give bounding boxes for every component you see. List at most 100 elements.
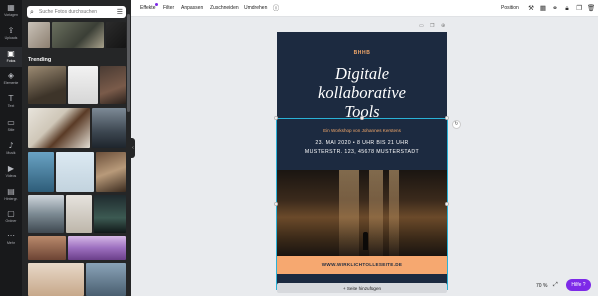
poster-subtitle: Ein Workshop von Johannes Kerstens <box>323 128 401 133</box>
add-page-icon[interactable]: ⊕ <box>441 23 445 29</box>
resize-handle[interactable] <box>445 202 449 206</box>
link-icon[interactable]: ⚭ <box>551 4 559 12</box>
rail-item-uploads[interactable]: ⇪ Uploads <box>0 27 22 44</box>
rail-item-label: Mehr <box>7 241 15 245</box>
photo-thumbnail[interactable] <box>92 108 126 148</box>
flip-button[interactable]: Umdrehen <box>244 5 267 11</box>
resize-handle[interactable] <box>274 202 278 206</box>
rail-item-label: Ordner <box>5 219 17 223</box>
rail-item-more[interactable]: ⋯ Mehr <box>0 232 22 249</box>
poster-title-line1: Digitale <box>334 64 390 83</box>
filter-button[interactable]: Filter <box>163 5 174 11</box>
poster-brand: BHHB <box>353 50 371 56</box>
resize-handle[interactable] <box>274 116 278 120</box>
person-silhouette <box>363 232 368 250</box>
rotate-icon[interactable]: ↻ <box>452 120 461 129</box>
rail-item-label: Fotos <box>6 59 16 63</box>
fullscreen-icon[interactable]: ⤢ <box>553 281 558 289</box>
background-icon: ▤ <box>7 187 15 196</box>
poster-date: 23. MAI 2020 • 8 UHR BIS 21 UHR <box>315 140 409 146</box>
transparency-icon[interactable]: ▦ <box>539 4 547 12</box>
photo-thumbnail[interactable] <box>28 152 54 192</box>
page-notes-icon[interactable]: ▭ <box>419 23 424 29</box>
collapse-panel-button[interactable]: ‹ <box>131 138 135 158</box>
folder-icon: ▢ <box>7 209 15 218</box>
duplicate-icon[interactable]: ❐ <box>575 4 583 12</box>
music-icon: ♪ <box>8 141 14 150</box>
info-icon[interactable]: ⓘ <box>272 4 280 12</box>
new-badge-dot <box>155 3 158 6</box>
filter-settings-icon[interactable]: ☰ <box>117 8 123 16</box>
photos-panel: ⌕ ☰ Trending <box>22 0 131 296</box>
text-icon: T <box>8 94 14 103</box>
left-rail: ▦ Vorlagen ⇪ Uploads ▣ Fotos ◈ Elemente … <box>0 0 22 296</box>
position-button[interactable]: Position <box>501 5 519 11</box>
photo-thumbnail[interactable] <box>86 263 126 296</box>
photo-thumbnail[interactable] <box>28 236 66 260</box>
rail-item-label: Elemente <box>3 81 19 85</box>
rail-item-label: Stile <box>7 128 15 132</box>
duplicate-page-icon[interactable]: ❐ <box>430 23 434 29</box>
rail-item-styles[interactable]: ▭ Stile <box>0 119 22 136</box>
search-input[interactable] <box>39 7 115 17</box>
delete-icon[interactable]: 🗑︎ <box>587 4 595 12</box>
templates-icon: ▦ <box>7 3 15 12</box>
resize-handle[interactable] <box>360 116 364 120</box>
photo-thumbnail[interactable] <box>28 108 90 148</box>
photo-thumbnail[interactable] <box>56 152 94 192</box>
top-toolbar: Effekte Filter Anpassen Zuschneiden Umdr… <box>131 0 598 17</box>
section-title: Trending <box>28 57 52 63</box>
rail-item-videos[interactable]: ▶ Videos <box>0 165 22 182</box>
light-beam <box>389 170 399 256</box>
photo-thumbnail[interactable] <box>28 195 64 233</box>
photo-thumbnail[interactable] <box>94 195 126 233</box>
poster-photo[interactable] <box>277 170 447 256</box>
rail-item-label: Uploads <box>4 36 18 40</box>
lock-icon[interactable]: 🔒︎ <box>563 4 571 12</box>
poster-address: MUSTERSTR. 123, 45678 MUSTERSTADT <box>304 149 420 155</box>
upload-icon: ⇪ <box>7 26 15 35</box>
search-box[interactable]: ⌕ ☰ <box>27 6 126 18</box>
photo-thumbnail[interactable] <box>52 22 104 48</box>
design-canvas[interactable]: BHHB Digitale kollaborative Tools Ein Wo… <box>277 32 447 290</box>
help-button[interactable]: Hilfe ? <box>566 279 591 291</box>
photo-thumbnail[interactable] <box>68 236 126 260</box>
panel-scrollbar[interactable] <box>127 14 130 112</box>
zoom-level[interactable]: 70 % <box>536 283 547 289</box>
adjust-button[interactable]: Anpassen <box>181 5 203 11</box>
light-beam <box>339 170 359 256</box>
rail-item-backgrounds[interactable]: ▤ Hintergr. <box>0 188 22 205</box>
photo-thumbnail[interactable] <box>100 66 126 104</box>
photo-thumbnail[interactable] <box>106 22 126 48</box>
crop-button[interactable]: Zuschneiden <box>210 5 239 11</box>
poster-url: WWW.WIRKLICHTOLLESEITE.DE <box>321 262 403 267</box>
rail-item-label: Videos <box>5 174 17 178</box>
photo-thumbnail[interactable] <box>28 263 84 296</box>
rail-item-templates[interactable]: ▦ Vorlagen <box>0 4 22 21</box>
light-beam <box>369 170 383 256</box>
paint-roller-icon[interactable]: ⚒ <box>527 4 535 12</box>
rail-item-label: Hintergr. <box>4 197 18 201</box>
effects-button[interactable]: Effekte <box>140 5 155 11</box>
rail-item-label: Musik <box>6 151 16 155</box>
more-icon: ⋯ <box>7 231 15 240</box>
search-icon: ⌕ <box>30 8 34 16</box>
photo-thumbnail[interactable] <box>68 66 98 104</box>
rail-item-text[interactable]: T Text <box>0 95 22 112</box>
resize-handle[interactable] <box>445 116 449 120</box>
add-page-button[interactable]: + Seite hinzufügen <box>277 283 447 293</box>
rail-item-music[interactable]: ♪ Musik <box>0 142 22 159</box>
rail-item-photos[interactable]: ▣ Fotos <box>0 47 22 67</box>
photo-thumbnail[interactable] <box>96 152 126 192</box>
photo-thumbnail[interactable] <box>66 195 92 233</box>
rail-item-label: Text <box>7 104 15 108</box>
styles-icon: ▭ <box>7 118 15 127</box>
photo-thumbnail[interactable] <box>28 22 50 48</box>
rail-item-elements[interactable]: ◈ Elemente <box>0 72 22 89</box>
photos-icon: ▣ <box>7 49 15 58</box>
rail-item-folders[interactable]: ▢ Ordner <box>0 210 22 227</box>
poster-title-line2: kollaborative <box>318 83 406 102</box>
rail-item-label: Vorlagen <box>4 13 18 17</box>
video-icon: ▶ <box>7 164 15 173</box>
photo-thumbnail[interactable] <box>28 66 66 104</box>
